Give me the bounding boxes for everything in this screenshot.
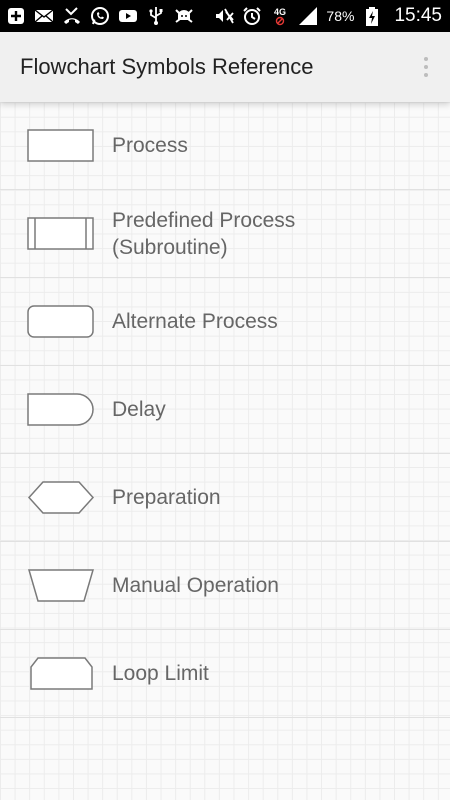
whatsapp-icon bbox=[90, 6, 110, 26]
symbol-label: Loop Limit bbox=[112, 662, 209, 685]
loop-limit-symbol-icon bbox=[26, 654, 96, 694]
usb-icon bbox=[146, 6, 166, 26]
alarm-icon bbox=[242, 6, 262, 26]
list-item-manual-operation[interactable]: Manual Operation bbox=[0, 542, 450, 630]
preparation-symbol-icon bbox=[26, 478, 96, 518]
battery-charging-icon bbox=[362, 6, 382, 26]
app-bar: Flowchart Symbols Reference bbox=[0, 32, 450, 102]
youtube-icon bbox=[118, 6, 138, 26]
list-item-preparation[interactable]: Preparation bbox=[0, 454, 450, 542]
symbol-label: Process bbox=[112, 134, 188, 157]
symbol-label: Manual Operation bbox=[112, 574, 279, 597]
system-icons: 4G 78% 15:45 bbox=[214, 5, 442, 27]
network-label: 4G bbox=[274, 7, 286, 17]
symbol-list: Process Predefined Process (Subroutine) … bbox=[0, 102, 450, 718]
mute-icon bbox=[214, 6, 235, 26]
symbol-label: Alternate Process bbox=[112, 310, 278, 333]
symbol-label: Predefined Process (Subroutine) bbox=[112, 208, 296, 259]
android-debug-icon bbox=[174, 6, 194, 26]
delay-symbol-icon bbox=[26, 390, 96, 430]
manual-operation-symbol-icon bbox=[26, 566, 96, 606]
process-symbol-icon bbox=[26, 126, 96, 166]
list-item-loop-limit[interactable]: Loop Limit bbox=[0, 630, 450, 718]
app-title: Flowchart Symbols Reference bbox=[20, 54, 314, 79]
mail-icon bbox=[34, 6, 54, 26]
symbol-label: Delay bbox=[112, 398, 166, 421]
list-item-alternate-process[interactable]: Alternate Process bbox=[0, 278, 450, 366]
network-4g-icon: 4G bbox=[270, 6, 290, 26]
symbol-label: Preparation bbox=[112, 486, 221, 509]
signal-icon bbox=[298, 6, 318, 26]
missed-call-icon bbox=[62, 6, 82, 26]
alternate-process-symbol-icon bbox=[26, 302, 96, 342]
list-item-process[interactable]: Process bbox=[0, 102, 450, 190]
list-item-predefined-process[interactable]: Predefined Process (Subroutine) bbox=[0, 190, 450, 278]
notification-icons bbox=[6, 6, 194, 26]
status-bar: 4G 78% 15:45 bbox=[0, 0, 450, 32]
add-box-icon bbox=[6, 6, 26, 26]
predefined-process-symbol-icon bbox=[26, 214, 96, 254]
list-item-delay[interactable]: Delay bbox=[0, 366, 450, 454]
more-vert-icon[interactable] bbox=[416, 47, 436, 87]
clock: 15:45 bbox=[394, 5, 442, 26]
battery-percentage: 78% bbox=[326, 8, 355, 24]
